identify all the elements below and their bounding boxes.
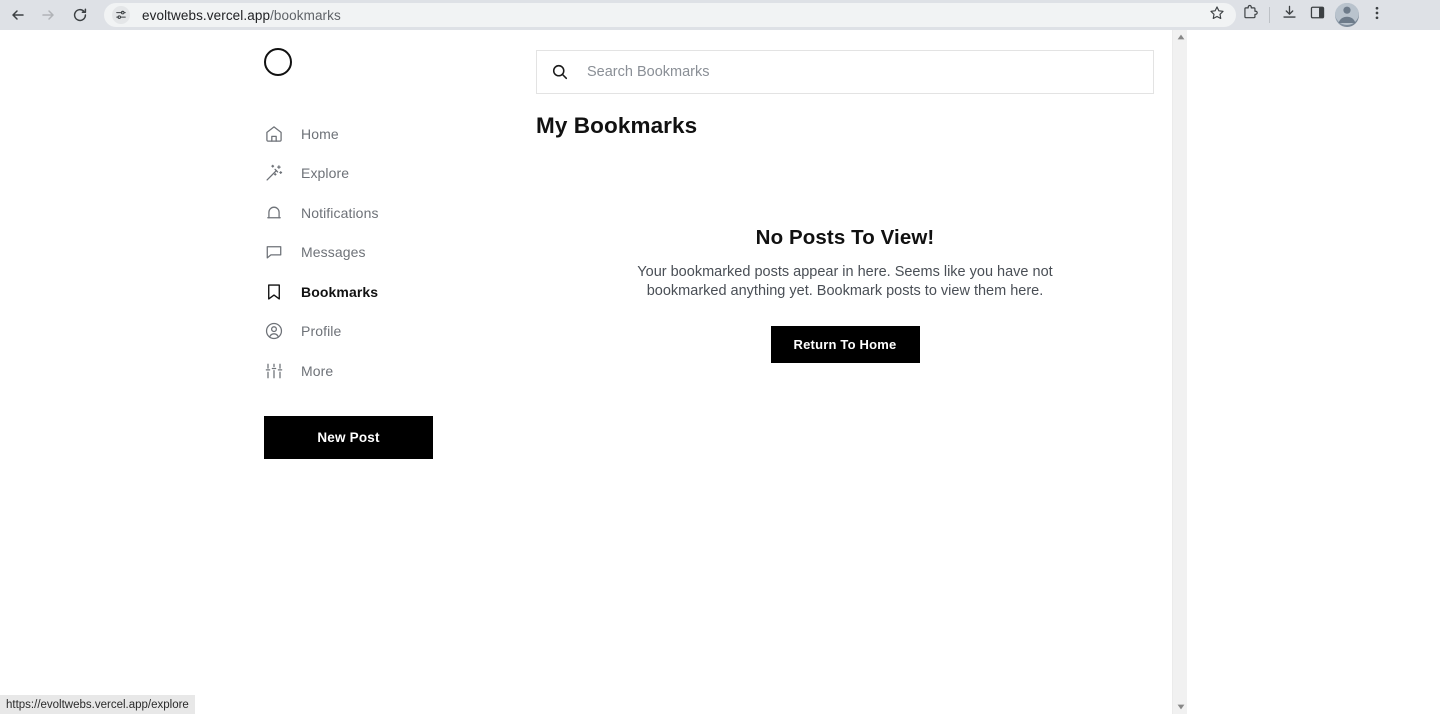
sidebar-item-more[interactable]: More (264, 351, 464, 391)
url-path: /bookmarks (270, 7, 341, 23)
sidebar-item-label: Home (301, 125, 339, 142)
arrow-right-icon (40, 7, 56, 23)
browser-menu-button[interactable] (1363, 1, 1391, 29)
three-dot-menu-icon (1369, 5, 1385, 26)
search-icon (551, 63, 569, 81)
page-title: My Bookmarks (536, 113, 698, 138)
profile-avatar-button[interactable] (1335, 3, 1359, 27)
scroll-down-arrow-icon[interactable] (1173, 700, 1188, 714)
bookmark-star-button[interactable] (1204, 2, 1230, 28)
sidebar-item-label: Bookmarks (301, 283, 379, 300)
side-panel-button[interactable] (1303, 1, 1331, 29)
bell-icon (264, 201, 290, 225)
tune-icon[interactable] (112, 6, 130, 24)
sidebar-item-label: Explore (301, 165, 350, 182)
downloads-button[interactable] (1275, 1, 1303, 29)
search-bar[interactable] (536, 50, 1154, 94)
empty-state-title: No Posts To View! (755, 226, 935, 249)
sidebar-item-label: Profile (301, 323, 342, 340)
chat-bubble-icon (264, 240, 290, 264)
return-to-home-button[interactable]: Return To Home (770, 326, 920, 363)
sidebar-item-label: Messages (301, 244, 366, 261)
toolbar-divider (1269, 7, 1270, 23)
viewport-right-gutter (1187, 30, 1440, 714)
sidebar-item-messages[interactable]: Messages (264, 233, 464, 273)
status-bar: https://evoltwebs.vercel.app/explore (0, 695, 195, 714)
puzzle-piece-icon (1242, 4, 1259, 26)
sidebar-item-label: More (301, 362, 334, 379)
back-button[interactable] (4, 1, 32, 29)
star-icon (1209, 5, 1225, 26)
new-post-button[interactable]: New Post (264, 415, 433, 459)
sidebar-item-home[interactable]: Home (264, 114, 464, 154)
user-circle-icon (264, 319, 290, 343)
side-panel-icon (1309, 4, 1326, 26)
sidebar-item-bookmarks[interactable]: Bookmarks (264, 272, 464, 312)
scroll-up-arrow-icon[interactable] (1173, 30, 1188, 44)
bookmark-icon (264, 280, 290, 304)
brand-logo-circle[interactable] (264, 48, 292, 76)
page-content: Home Explore Notifications Messages Book… (0, 30, 1172, 714)
page-scrollbar[interactable] (1172, 30, 1187, 714)
sidebar-nav-list: Home Explore Notifications Messages Book… (264, 114, 464, 391)
sidebar-item-explore[interactable]: Explore (264, 154, 464, 194)
profile-avatar-icon (1335, 3, 1359, 27)
arrow-left-icon (10, 7, 26, 23)
download-icon (1281, 4, 1298, 26)
empty-state: No Posts To View! Your bookmarked posts … (536, 226, 1154, 363)
url-domain: evoltwebs.vercel.app (142, 7, 271, 23)
magic-wand-icon (264, 161, 290, 185)
forward-button[interactable] (34, 1, 62, 29)
search-input[interactable] (587, 64, 1139, 80)
sidebar: Home Explore Notifications Messages Book… (264, 30, 464, 459)
address-bar-text: evoltwebs.vercel.app/bookmarks (142, 8, 341, 23)
sidebar-item-profile[interactable]: Profile (264, 312, 464, 352)
extensions-button[interactable] (1236, 1, 1264, 29)
address-bar[interactable]: evoltwebs.vercel.app/bookmarks (104, 3, 1236, 27)
browser-toolbar: evoltwebs.vercel.app/bookmarks (0, 0, 1440, 30)
page-viewport: Home Explore Notifications Messages Book… (0, 30, 1440, 714)
sidebar-item-label: Notifications (301, 204, 379, 221)
sidebar-item-notifications[interactable]: Notifications (264, 193, 464, 233)
home-icon (264, 122, 290, 146)
main-column: My Bookmarks No Posts To View! Your book… (536, 30, 1154, 363)
reload-button[interactable] (66, 1, 94, 29)
reload-icon (72, 7, 88, 23)
sliders-icon (264, 359, 290, 383)
empty-state-description: Your bookmarked posts appear in here. Se… (637, 264, 1053, 299)
